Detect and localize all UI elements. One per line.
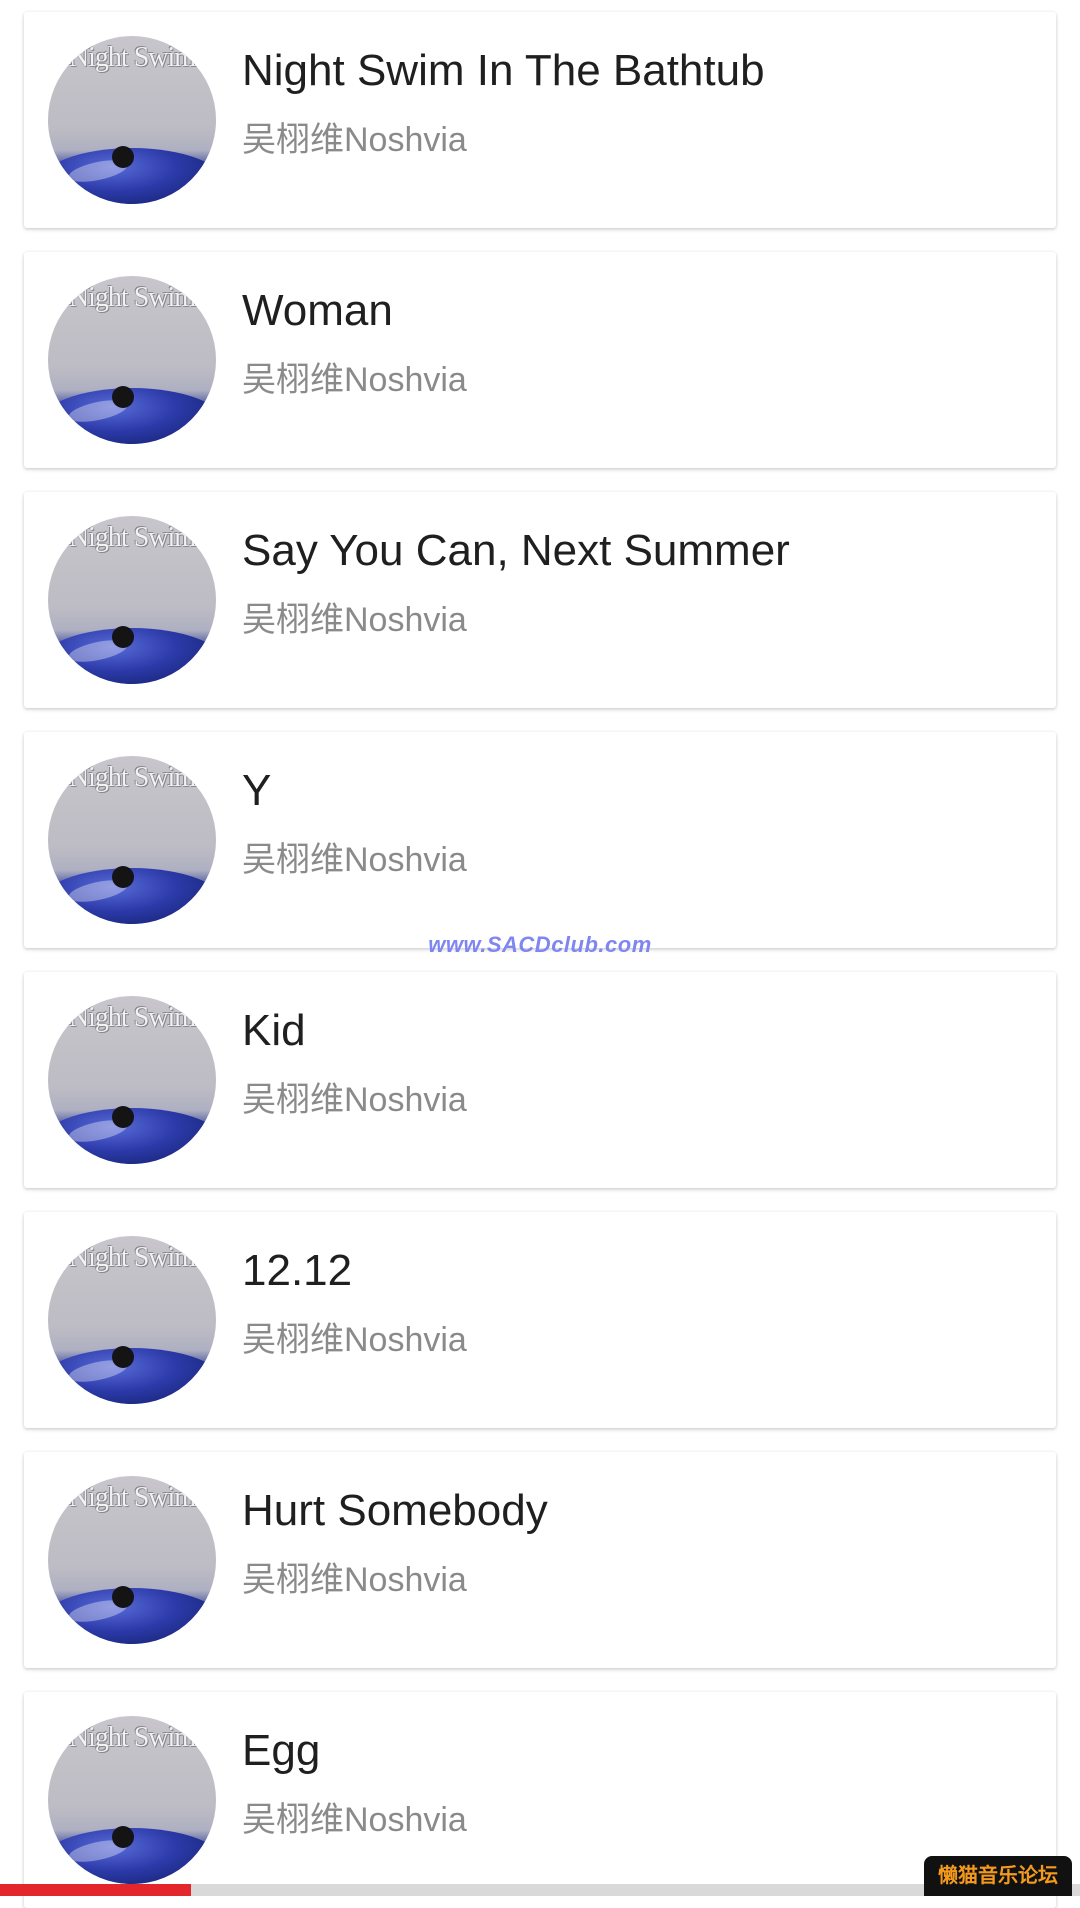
track-card[interactable]: Night Swim Kid 吴栩维Noshvia	[24, 972, 1056, 1188]
track-card[interactable]: Night Swim Woman 吴栩维Noshvia	[24, 252, 1056, 468]
album-art: Night Swim	[48, 1236, 216, 1404]
album-art-figure	[112, 386, 134, 408]
track-artist: 吴栩维Noshvia	[242, 1081, 467, 1119]
album-art: Night Swim	[48, 516, 216, 684]
track-artist: 吴栩维Noshvia	[242, 841, 467, 879]
track-artist: 吴栩维Noshvia	[242, 1801, 467, 1839]
album-art-title: Night Swim	[68, 762, 196, 793]
track-artist: 吴栩维Noshvia	[242, 361, 467, 399]
album-art: Night Swim	[48, 996, 216, 1164]
album-art: Night Swim	[48, 36, 216, 204]
track-card[interactable]: Night Swim Say You Can, Next Summer 吴栩维N…	[24, 492, 1056, 708]
track-title: Woman	[242, 286, 393, 335]
track-title: Night Swim In The Bathtub	[242, 46, 765, 95]
track-card[interactable]: Night Swim Y 吴栩维Noshvia	[24, 732, 1056, 948]
album-art-title: Night Swim	[68, 1242, 196, 1273]
forum-badge: 懒猫音乐论坛	[924, 1856, 1072, 1896]
track-title: 12.12	[242, 1246, 353, 1295]
album-art-title: Night Swim	[68, 1482, 196, 1513]
track-artist: 吴栩维Noshvia	[242, 121, 467, 159]
album-art-title: Night Swim	[68, 522, 196, 553]
track-title: Say You Can, Next Summer	[242, 526, 790, 575]
playback-progress-bar[interactable]	[0, 1884, 1080, 1896]
watermark-text: www.SACDclub.com	[428, 932, 652, 957]
album-art-title: Night Swim	[68, 282, 196, 313]
track-card[interactable]: Night Swim Night Swim In The Bathtub 吴栩维…	[24, 12, 1056, 228]
album-art: Night Swim	[48, 756, 216, 924]
track-title: Y	[242, 766, 272, 815]
album-art: Night Swim	[48, 276, 216, 444]
track-title: Kid	[242, 1006, 306, 1055]
album-art: Night Swim	[48, 1476, 216, 1644]
album-art-title: Night Swim	[68, 1002, 196, 1033]
album-art-figure	[112, 1586, 134, 1608]
album-art-figure	[112, 1826, 134, 1848]
album-art-figure	[112, 1106, 134, 1128]
track-card[interactable]: Night Swim Hurt Somebody 吴栩维Noshvia	[24, 1452, 1056, 1668]
album-art-figure	[112, 1346, 134, 1368]
track-title: Hurt Somebody	[242, 1486, 548, 1535]
album-art-figure	[112, 626, 134, 648]
playback-progress-fill	[0, 1884, 192, 1896]
track-artist: 吴栩维Noshvia	[242, 1561, 467, 1599]
album-art-title: Night Swim	[68, 1722, 196, 1753]
track-card[interactable]: Night Swim 12.12 吴栩维Noshvia	[24, 1212, 1056, 1428]
album-art-figure	[112, 866, 134, 888]
track-title: Egg	[242, 1726, 321, 1775]
track-artist: 吴栩维Noshvia	[242, 1321, 467, 1359]
album-art-title: Night Swim	[68, 42, 196, 73]
album-art-figure	[112, 146, 134, 168]
album-art: Night Swim	[48, 1716, 216, 1884]
track-card[interactable]: Night Swim Egg 吴栩维Noshvia	[24, 1692, 1056, 1908]
track-artist: 吴栩维Noshvia	[242, 601, 467, 639]
